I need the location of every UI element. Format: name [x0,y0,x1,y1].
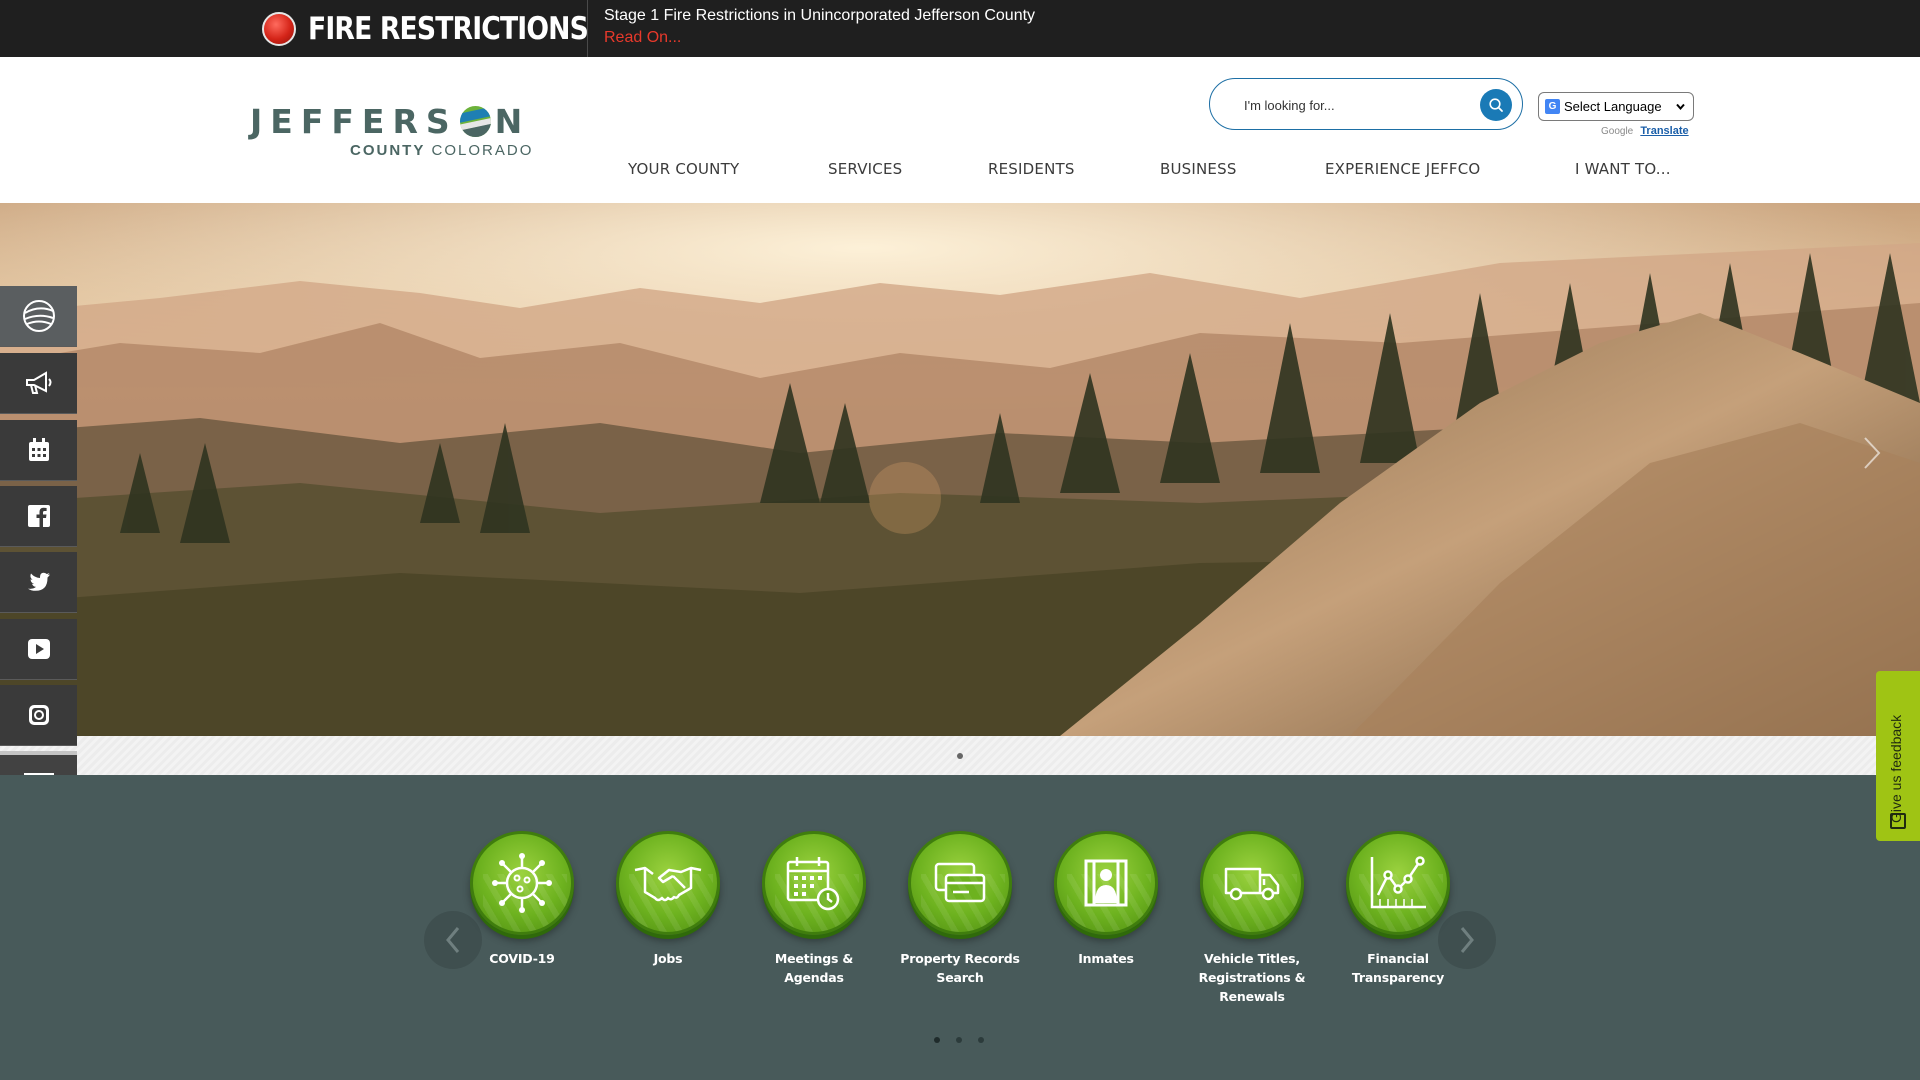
quick-link-jobs-circle [616,831,720,935]
alert-heading: FIRE RESTRICTIONS [308,10,589,47]
feedback-tab[interactable]: Give us feedback [1876,671,1920,841]
quick-link-property-records-circle [908,831,1012,935]
instagram-icon [28,705,49,725]
county-logo[interactable]: JEFFERS N COUNTY COLORADO [250,102,535,162]
quick-link-covid-label: COVID-19 [489,951,555,966]
logo-word-left: JEFFERS [250,102,458,141]
megaphone-icon [25,371,51,394]
jail-icon [1084,859,1128,907]
youtube-icon [27,639,50,659]
chart-icon [1370,856,1426,909]
side-item-facebook[interactable] [0,486,77,547]
nav-i-want-to[interactable]: I WANT TO... [1575,160,1671,178]
nav-business[interactable]: BUSINESS [1160,160,1237,178]
alert-message: Stage 1 Fire Restrictions in Unincorpora… [604,7,1036,24]
nav-experience-jeffco[interactable]: EXPERIENCE JEFFCO [1325,160,1480,178]
facebook-icon [27,505,50,527]
quick-link-vehicle-titles-label: Vehicle Titles, Registrations & Renewals [1198,951,1306,1004]
language-select-value: Select Language [1564,99,1662,114]
quick-link-meetings-label: Meetings & Agendas [774,951,854,985]
google-word: Google [1601,126,1634,137]
quick-links-pager-dot[interactable] [934,1037,940,1043]
handshake-icon [634,866,702,902]
logo-wordmark: JEFFERS N [250,102,535,141]
nav-your-county[interactable]: YOUR COUNTY [628,160,739,178]
chevron-down-icon [1676,103,1685,111]
side-item-news[interactable] [0,353,77,414]
cards-icon [934,862,986,903]
hero-pager [0,736,1920,775]
virus-icon [492,853,552,913]
quick-link-inmates[interactable]: Inmates [1036,831,1176,968]
hero-landscape-image [0,203,1920,736]
twitter-icon [27,572,50,591]
search-input[interactable] [1244,93,1464,117]
search-box [1209,78,1523,130]
logo-globe-icon [459,106,491,137]
quick-link-financial-transparency[interactable]: Financial Transparency [1328,831,1468,987]
alert-title: FIRE RESTRICTIONS [262,8,634,49]
alert-divider [587,0,588,57]
google-translate-credit: Google Translate [1601,125,1689,137]
side-item-twitter[interactable] [0,552,77,613]
logo-subtitle: COUNTY COLORADO [350,142,533,159]
van-icon [1224,867,1280,901]
alert-bar: FIRE RESTRICTIONS Stage 1 Fire Restricti… [0,0,1920,57]
side-item-instagram[interactable] [0,685,77,746]
quick-links-section: COVID-19 Jobs Meetings & Agendas Propert… [0,775,1920,1080]
quick-link-meetings-circle [762,831,866,935]
calendar-icon [28,438,49,461]
alert-read-on-link[interactable]: Read On... [604,29,681,47]
quick-link-jobs-label: Jobs [653,951,683,966]
logo-word-right: N [494,102,531,141]
quick-link-financial-transparency-circle [1346,831,1450,935]
quick-link-property-records-label: Property Records Search [900,951,1020,985]
quick-link-property-records[interactable]: Property Records Search [890,831,1030,987]
quick-link-inmates-label: Inmates [1078,951,1134,966]
side-item-calendar[interactable] [0,420,77,481]
hero-next-button[interactable] [1862,435,1890,475]
quick-link-jobs[interactable]: Jobs [598,831,738,968]
logo-sub-bold: COUNTY [350,142,426,159]
language-select[interactable]: G Select Language [1538,92,1694,121]
hero-slideshow [0,203,1920,736]
calendar-clock-icon [786,857,840,911]
nav-residents[interactable]: RESIDENTS [988,160,1075,178]
translate-link[interactable]: Translate [1640,125,1688,137]
site-header: JEFFERS N COUNTY COLORADO G Select Langu… [0,57,1920,203]
side-item-globe[interactable] [0,286,77,347]
quick-links-pager-dot[interactable] [978,1037,984,1043]
chevron-right-icon [1864,437,1881,469]
quick-link-vehicle-titles-circle [1200,831,1304,935]
quick-link-meetings[interactable]: Meetings & Agendas [744,831,884,987]
search-button[interactable] [1480,89,1512,121]
quick-link-covid-circle [470,831,574,935]
nav-services[interactable]: SERVICES [828,160,902,178]
quick-links-pager [934,1037,984,1043]
hero-pager-dot[interactable] [957,753,963,759]
feedback-label: Give us feedback [1888,714,1904,823]
feedback-icon [1890,813,1906,829]
quick-link-inmates-circle [1054,831,1158,935]
globe-icon [22,300,55,332]
logo-sub-regular: COLORADO [431,142,534,159]
alert-icon [262,11,296,46]
side-item-youtube[interactable] [0,619,77,680]
search-icon [1489,98,1503,112]
quick-link-vehicle-titles[interactable]: Vehicle Titles, Registrations & Renewals [1182,831,1322,1006]
quick-links-pager-dot[interactable] [956,1037,962,1043]
google-g-icon: G [1545,99,1560,114]
quick-link-covid[interactable]: COVID-19 [452,831,592,968]
main-nav: YOUR COUNTY SERVICES RESIDENTS BUSINESS … [0,160,1920,192]
quick-link-financial-transparency-label: Financial Transparency [1351,951,1445,985]
